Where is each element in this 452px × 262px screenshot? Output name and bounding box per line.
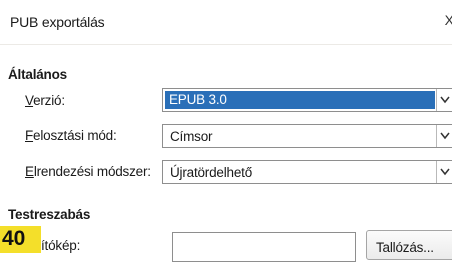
cover-image-input[interactable] [172, 232, 356, 262]
version-value: EPUB 3.0 [165, 91, 435, 109]
cover-image-label: ítókép: [41, 238, 81, 253]
browse-button[interactable]: Tallózás... [366, 230, 452, 260]
chevron-down-icon[interactable] [436, 161, 452, 183]
split-mode-dropdown[interactable]: Címsor [162, 124, 452, 148]
title-divider [0, 44, 452, 45]
general-heading: Általános [8, 67, 67, 82]
chevron-down-icon[interactable] [436, 89, 452, 111]
version-label: Verzió: [25, 93, 65, 108]
page-number: 40 [2, 227, 26, 250]
layout-method-value: Újratördelhető [170, 165, 252, 180]
layout-method-dropdown[interactable]: Újratördelhető [162, 160, 452, 184]
version-dropdown[interactable]: EPUB 3.0 [162, 88, 452, 112]
page-number-badge: 40 [0, 226, 41, 253]
customize-heading: Testreszabás [8, 207, 91, 222]
layout-method-label: Elrendezési módszer: [25, 164, 151, 179]
title-bar: PUB exportálás X [0, 0, 452, 36]
close-icon[interactable]: X [445, 12, 452, 28]
split-mode-value: Címsor [170, 129, 213, 144]
chevron-down-icon[interactable] [436, 125, 452, 147]
dialog-title: PUB exportálás [10, 14, 105, 30]
split-mode-label: Felosztási mód: [25, 128, 117, 143]
